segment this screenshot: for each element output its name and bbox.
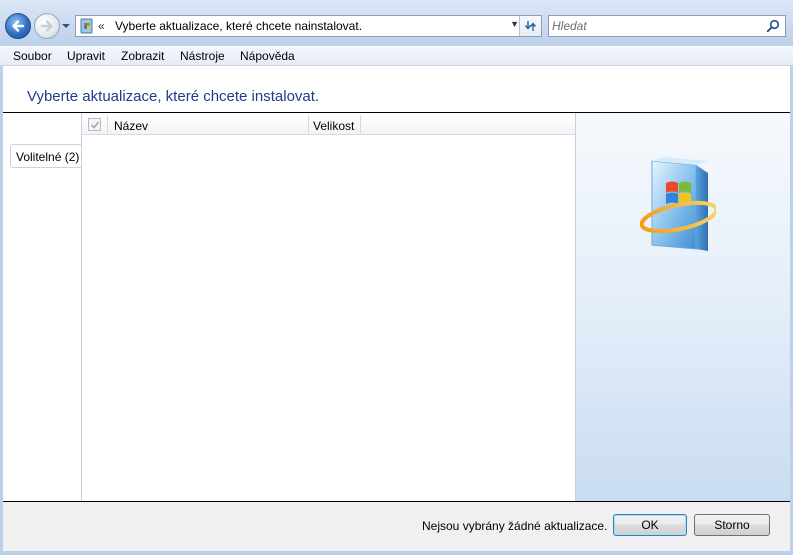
search-box[interactable] [548, 15, 786, 37]
navigation-bar: « Vyberte aktualizace, které chcete nain… [0, 0, 793, 45]
windows-update-logo [639, 157, 716, 251]
content-area: Volitelné (2) Název Velikost [3, 112, 790, 501]
column-separator[interactable] [308, 115, 309, 135]
tab-optional[interactable]: Volitelné (2) [10, 144, 81, 168]
ok-button[interactable]: OK [613, 514, 687, 536]
column-header-name[interactable]: Název [114, 119, 148, 133]
breadcrumb[interactable]: Vyberte aktualizace, které chcete nainst… [115, 19, 362, 33]
list-header: Název Velikost [82, 115, 575, 135]
menu-view[interactable]: Zobrazit [121, 49, 164, 63]
address-bar[interactable]: « Vyberte aktualizace, které chcete nain… [75, 15, 542, 37]
select-all-checkbox[interactable] [88, 118, 101, 131]
page-header: Vyberte aktualizace, které chcete instal… [3, 66, 790, 112]
address-dropdown-icon[interactable]: ▼ [510, 19, 519, 29]
search-input[interactable] [552, 18, 752, 34]
category-pane: Volitelné (2) [3, 113, 81, 501]
column-header-size[interactable]: Velikost [313, 119, 354, 133]
menu-help[interactable]: Nápověda [240, 49, 295, 63]
recent-pages-dropdown-icon[interactable] [61, 22, 71, 30]
column-separator[interactable] [107, 115, 108, 135]
tab-optional-label: Volitelné (2) [16, 150, 80, 164]
checkmark-icon [90, 121, 100, 129]
dialog-footer: Nejsou vybrány žádné aktualizace. OK Sto… [3, 501, 790, 551]
info-pane [576, 113, 790, 501]
column-separator[interactable] [360, 115, 361, 135]
page-title: Vyberte aktualizace, které chcete instal… [27, 88, 320, 105]
windows-update-small-icon [80, 18, 93, 34]
forward-button[interactable] [34, 13, 60, 39]
forward-arrow-icon [40, 20, 53, 32]
back-arrow-icon [12, 20, 25, 32]
menu-file[interactable]: Soubor [13, 49, 52, 63]
updates-list[interactable]: Název Velikost [81, 113, 576, 501]
refresh-icon [524, 21, 537, 31]
search-icon[interactable] [766, 19, 780, 33]
menu-bar: Soubor Upravit Zobrazit Nástroje Nápověd… [0, 45, 793, 66]
cancel-button[interactable]: Storno [694, 514, 770, 536]
menu-tools[interactable]: Nástroje [180, 49, 225, 63]
back-button[interactable] [5, 13, 31, 39]
refresh-button[interactable] [519, 16, 541, 36]
selection-status: Nejsou vybrány žádné aktualizace. [422, 519, 608, 533]
breadcrumb-overflow[interactable]: « [98, 19, 105, 33]
menu-edit[interactable]: Upravit [67, 49, 105, 63]
window-frame-bottom [0, 551, 793, 555]
